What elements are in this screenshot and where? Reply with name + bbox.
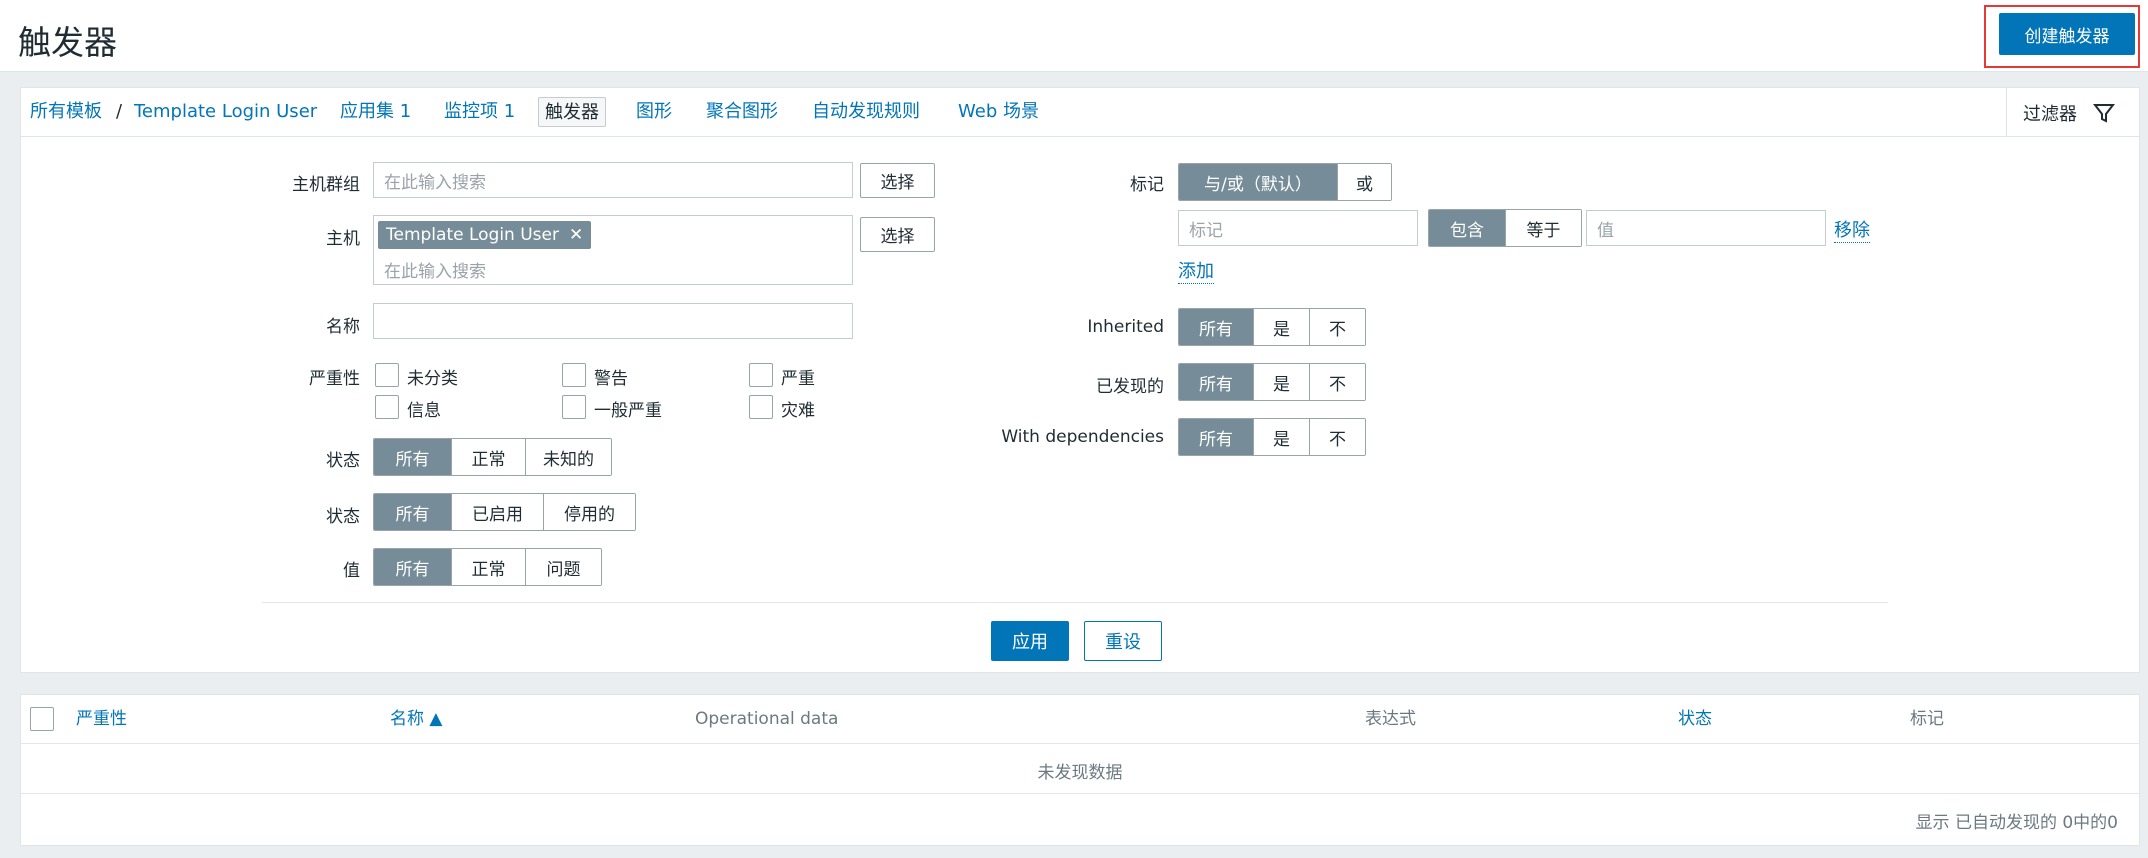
header-divider <box>20 743 2140 744</box>
severity-label-disaster: 灾难 <box>781 401 815 421</box>
tag-op-contains[interactable]: 包含 <box>1429 210 1505 246</box>
tab-graphs[interactable]: 图形 <box>636 97 672 127</box>
state-option-all[interactable]: 所有 <box>374 439 451 475</box>
severity-checkbox-information[interactable] <box>375 395 399 419</box>
host-groups-select-button[interactable]: 选择 <box>860 163 935 198</box>
page-header <box>0 0 2148 72</box>
state-label: 状态 <box>326 451 360 471</box>
create-trigger-button[interactable]: 创建触发器 <box>1999 13 2135 55</box>
tab-items[interactable]: 监控项 1 <box>444 97 515 127</box>
state-segmented: 所有 正常 未知的 <box>373 438 612 476</box>
reset-button[interactable]: 重设 <box>1084 621 1162 661</box>
filter-tab[interactable]: 过滤器 <box>2006 87 2140 137</box>
dependencies-option-no[interactable]: 不 <box>1309 419 1365 455</box>
inherited-segmented: 所有 是 不 <box>1178 308 1366 346</box>
breadcrumb-nav <box>20 87 2140 137</box>
host-chip-label: Template Login User <box>386 225 559 245</box>
severity-label-average: 一般严重 <box>594 401 662 421</box>
severity-checkbox-average[interactable] <box>562 395 586 419</box>
tags-mode-or[interactable]: 或 <box>1337 164 1391 200</box>
footer-divider <box>20 793 2140 794</box>
value-option-ok[interactable]: 正常 <box>451 549 525 585</box>
host-label: 主机 <box>326 229 360 249</box>
status-option-disabled[interactable]: 停用的 <box>543 494 635 530</box>
severity-checkbox-high[interactable] <box>749 363 773 387</box>
column-header-status[interactable]: 状态 <box>1678 704 1712 734</box>
tag-name-input[interactable]: 标记 <box>1178 210 1418 246</box>
severity-checkbox-not-classified[interactable] <box>375 363 399 387</box>
inherited-option-all[interactable]: 所有 <box>1179 309 1253 345</box>
column-header-operational-data: Operational data <box>695 709 839 729</box>
discovered-segmented: 所有 是 不 <box>1178 363 1366 401</box>
dependencies-option-yes[interactable]: 是 <box>1253 419 1309 455</box>
dependencies-option-all[interactable]: 所有 <box>1179 419 1253 455</box>
column-header-expression: 表达式 <box>1365 709 1416 729</box>
dependencies-segmented: 所有 是 不 <box>1178 418 1366 456</box>
empty-message: 未发现数据 <box>1037 762 1123 783</box>
tags-mode-segmented: 与/或（默认） 或 <box>1178 163 1392 201</box>
discovered-label: 已发现的 <box>1096 377 1164 397</box>
tag-value-input[interactable]: 值 <box>1586 210 1826 246</box>
breadcrumb-all-templates[interactable]: 所有模板 <box>30 97 102 127</box>
tab-triggers[interactable]: 触发器 <box>538 97 606 127</box>
status-option-all[interactable]: 所有 <box>374 494 451 530</box>
inherited-option-yes[interactable]: 是 <box>1253 309 1309 345</box>
dependencies-label: With dependencies <box>1001 427 1164 447</box>
name-input[interactable] <box>373 303 853 339</box>
inherited-label: Inherited <box>1087 317 1164 337</box>
severity-label: 严重性 <box>309 369 360 389</box>
value-segmented: 所有 正常 问题 <box>373 548 602 586</box>
state-option-unknown[interactable]: 未知的 <box>525 439 611 475</box>
apply-button[interactable]: 应用 <box>991 621 1069 661</box>
tags-label: 标记 <box>1130 175 1164 195</box>
tag-operator-segmented: 包含 等于 <box>1428 209 1582 247</box>
severity-label-warning: 警告 <box>594 369 628 389</box>
name-label: 名称 <box>326 317 360 337</box>
severity-checkbox-warning[interactable] <box>562 363 586 387</box>
tab-discovery-rules[interactable]: 自动发现规则 <box>812 97 920 127</box>
host-chip: Template Login User ✕ <box>378 221 592 249</box>
column-header-severity[interactable]: 严重性 <box>76 704 127 734</box>
discovered-option-yes[interactable]: 是 <box>1253 364 1309 400</box>
host-groups-label: 主机群组 <box>292 175 360 195</box>
close-icon[interactable]: ✕ <box>569 225 583 245</box>
tab-applications[interactable]: 应用集 1 <box>340 97 411 127</box>
breadcrumb-host[interactable]: Template Login User <box>134 97 317 127</box>
severity-checkbox-disaster[interactable] <box>749 395 773 419</box>
breadcrumb-separator: / <box>116 101 123 122</box>
tab-web-scenarios[interactable]: Web 场景 <box>958 97 1039 127</box>
value-option-all[interactable]: 所有 <box>374 549 451 585</box>
status-option-enabled[interactable]: 已启用 <box>451 494 543 530</box>
discovered-option-no[interactable]: 不 <box>1309 364 1365 400</box>
state-option-normal[interactable]: 正常 <box>451 439 525 475</box>
tag-op-equals[interactable]: 等于 <box>1505 210 1581 246</box>
status-label: 状态 <box>326 507 360 527</box>
tags-mode-and-or[interactable]: 与/或（默认） <box>1179 164 1337 200</box>
select-all-checkbox[interactable] <box>30 707 54 731</box>
discovered-option-all[interactable]: 所有 <box>1179 364 1253 400</box>
value-option-problem[interactable]: 问题 <box>525 549 601 585</box>
filter-divider <box>262 602 1888 603</box>
tag-add-link[interactable]: 添加 <box>1178 257 1214 284</box>
host-select-button[interactable]: 选择 <box>860 217 935 252</box>
filter-tab-label: 过滤器 <box>2023 103 2077 125</box>
severity-label-not-classified: 未分类 <box>407 369 458 389</box>
filter-icon <box>2093 103 2115 123</box>
tab-screens[interactable]: 聚合图形 <box>706 97 778 127</box>
severity-label-information: 信息 <box>407 401 441 421</box>
host-search-placeholder[interactable]: 在此输入搜索 <box>384 257 486 282</box>
tag-remove-link[interactable]: 移除 <box>1834 216 1870 243</box>
severity-label-high: 严重 <box>781 369 815 389</box>
inherited-option-no[interactable]: 不 <box>1309 309 1365 345</box>
value-label: 值 <box>343 561 360 581</box>
page-title: 触发器 <box>18 23 117 62</box>
host-groups-input[interactable]: 在此输入搜索 <box>373 162 853 198</box>
table-footer-count: 显示 已自动发现的 0中的0 <box>1915 813 2118 833</box>
column-header-tags: 标记 <box>1910 709 1944 729</box>
status-segmented: 所有 已启用 停用的 <box>373 493 636 531</box>
column-header-name[interactable]: 名称 ▲ <box>390 704 442 734</box>
